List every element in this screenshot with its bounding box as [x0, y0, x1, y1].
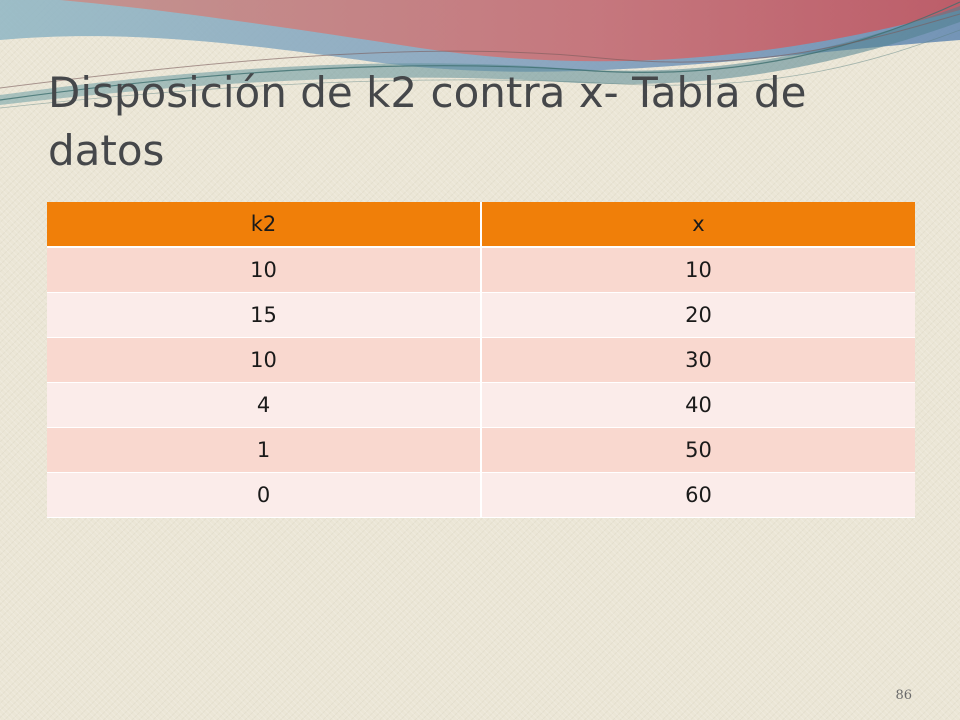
cell-x: 20: [481, 292, 915, 338]
cell-x: 30: [481, 337, 915, 383]
cell-k2: 4: [47, 382, 482, 428]
slide-title: Disposición de k2 contra x- Tabla de dat…: [48, 68, 807, 175]
cell-k2: 1: [47, 427, 482, 473]
table-row: 10 30: [47, 337, 915, 383]
cell-x: 60: [481, 472, 915, 518]
cell-k2: 15: [47, 292, 482, 338]
table-row: 1 50: [47, 427, 915, 473]
cell-x: 50: [481, 427, 915, 473]
table-row: 4 40: [47, 382, 915, 428]
cell-x: 10: [481, 247, 915, 293]
slide: Disposición de k2 contra x- Tabla de dat…: [0, 0, 960, 720]
table-row: 15 20: [47, 292, 915, 338]
table-row: 10 10: [47, 247, 915, 293]
data-table: k2 x 10 10 15 20 10 30 4 40 1 50 0 60: [47, 202, 915, 518]
cell-x: 40: [481, 382, 915, 428]
cell-k2: 0: [47, 472, 482, 518]
column-header-x: x: [481, 202, 915, 248]
table-row: 0 60: [47, 472, 915, 518]
cell-k2: 10: [47, 247, 482, 293]
page-number: 86: [895, 688, 912, 703]
table-header-row: k2 x: [47, 202, 915, 248]
cell-k2: 10: [47, 337, 482, 383]
column-header-k2: k2: [47, 202, 482, 248]
